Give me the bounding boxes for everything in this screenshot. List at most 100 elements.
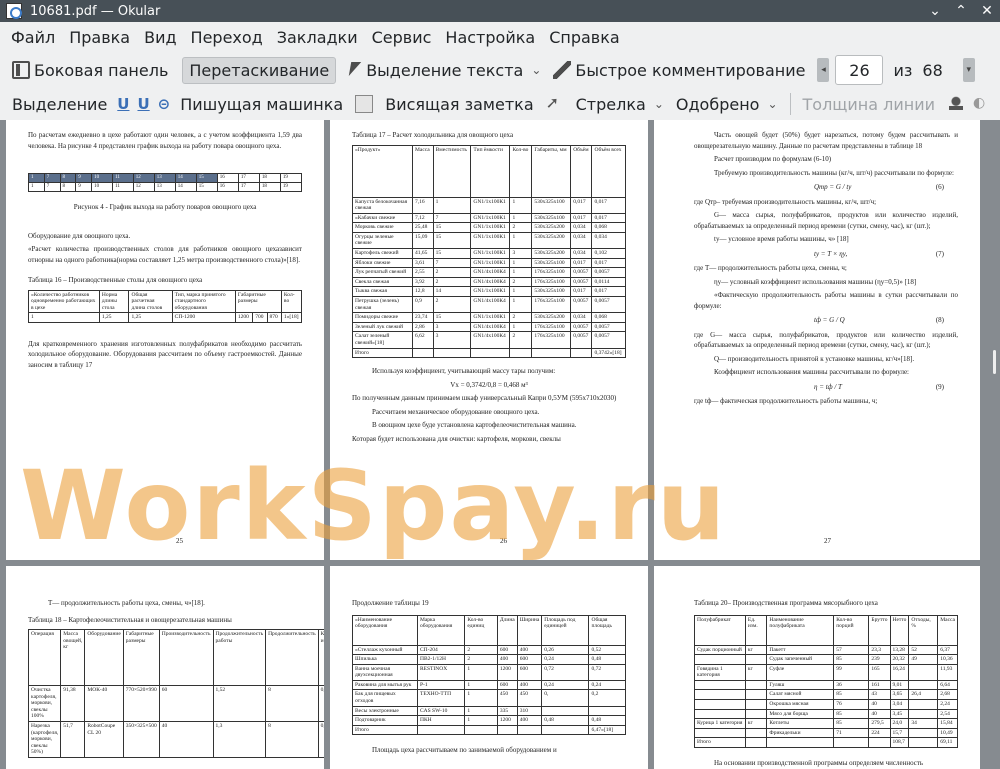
sidebar-label: Боковая панель: [34, 60, 169, 80]
scrollbar-thumb[interactable]: [993, 350, 996, 374]
line-width-label: Толщина линии: [802, 94, 936, 114]
menu-view[interactable]: Вид: [137, 28, 183, 47]
opacity-icon[interactable]: ◐: [973, 95, 991, 113]
close-icon[interactable]: ✕: [974, 3, 1000, 19]
formula-number: (9): [935, 382, 944, 391]
toolbar-separator: [789, 93, 791, 115]
arrow-button[interactable]: Стрелка ⌄: [540, 92, 670, 117]
formula-expression: Qтр = G / ty: [814, 183, 852, 191]
chevron-down-icon[interactable]: ⌄: [654, 97, 664, 111]
page-text: Рассчитаем механическое оборудование ово…: [372, 407, 540, 416]
formula-expression: η = tф / T: [814, 382, 842, 391]
line-width-button[interactable]: Толщина линии: [797, 92, 942, 117]
formula-expression: tф = G / Q: [814, 316, 845, 324]
page-29: Продолжение таблицы 19 «Наименование обо…: [330, 566, 648, 769]
quick-comment-label: Быстрое комментирование: [575, 60, 806, 80]
table-cell: Зеленый лук свежий: [352, 321, 413, 333]
typewriter-button[interactable]: Пишущая машинка: [174, 92, 349, 117]
page-text: Оборудование для овощного цеха.: [28, 231, 131, 240]
menu-tools[interactable]: Сервис: [365, 28, 439, 47]
table-cell: Помидоры свежие: [352, 312, 413, 323]
sidebar-icon: [12, 61, 30, 79]
formula-number: (6): [935, 183, 944, 191]
page-text: Площадь цеха рассчитываем по занимаемой …: [372, 746, 557, 755]
formula-expression: ty = T × ηy,: [814, 249, 848, 258]
text-select-label: Выделение текста: [366, 60, 524, 80]
page-text: ty— условное время работы машины, ч» [18…: [714, 235, 849, 243]
menu-help[interactable]: Справка: [542, 28, 627, 47]
drag-mode-button[interactable]: Перетаскивание: [182, 56, 337, 84]
table-20: Полуфабрикат Ед. изм. Наименование полуфаб…: [694, 614, 958, 749]
quick-comment-button[interactable]: Быстрое комментирование: [547, 58, 811, 83]
table-cell: Итого: [352, 347, 413, 359]
maximize-icon[interactable]: ⌃: [948, 3, 974, 19]
table-cell: Судак порционный: [694, 644, 746, 656]
page-text: где tф— фактическая продолжительность ра…: [694, 397, 878, 405]
chevron-down-icon[interactable]: ⌄: [767, 97, 777, 111]
next-page-button[interactable]: ▾: [962, 58, 975, 82]
strikeout-icon[interactable]: ⊝: [158, 95, 171, 113]
menu-go[interactable]: Переход: [184, 28, 270, 47]
table-cell: Бак для пищевых отходов: [352, 689, 418, 707]
underline-icon[interactable]: U: [117, 95, 129, 113]
page-30: Таблица 20– Производственная программа м…: [654, 566, 980, 769]
sidebar-button[interactable]: Боковая панель: [6, 58, 174, 83]
table-caption: Таблица 20– Производственная программа м…: [694, 599, 878, 607]
menu-edit[interactable]: Правка: [62, 28, 137, 47]
table-16: «Количество работников одновременно рабо…: [28, 289, 303, 323]
page-number-input[interactable]: 26: [835, 55, 884, 85]
table-cell: Итого: [352, 724, 418, 736]
cursor-icon: [348, 61, 362, 79]
previous-page-button[interactable]: ◂: [817, 58, 830, 82]
formula-7: ty = T × ηy, (7): [694, 249, 958, 260]
minimize-icon[interactable]: ⌄: [922, 3, 948, 19]
menu-bookmarks[interactable]: Закладки: [270, 28, 365, 47]
menu-settings[interactable]: Настройка: [438, 28, 542, 47]
vertical-scrollbar[interactable]: [990, 120, 1000, 769]
page-text: G— масса сырья, полуфабрикатов, продукто…: [694, 211, 958, 230]
formula: Vх = 0,3742/0,8 = 0,468 м³: [450, 380, 528, 389]
page-number: 26: [500, 536, 507, 545]
table-cell: «Стеллаж кухонный: [352, 644, 418, 656]
stamp-button[interactable]: Одобрено ⌄: [670, 92, 784, 117]
chevron-down-icon[interactable]: ⌄: [531, 63, 541, 77]
table-cell: Ванна моечная двухсекционная: [352, 663, 418, 681]
note-icon: [355, 95, 374, 113]
table-cell: Тыква свежая: [352, 286, 413, 298]
stamp-icon[interactable]: [947, 95, 965, 113]
pen-icon: [553, 61, 572, 79]
table-17: «Продукт» Масса Вместимость Тип ёмкости Кол-…: [352, 144, 626, 359]
page-number: 27: [824, 536, 831, 545]
page-27: Часть овощей будет (50%) будет нарезатьс…: [654, 120, 980, 560]
page-text: Которая будет использована для очистки: …: [352, 434, 561, 443]
table-cell: Огурцы зеленые свежие: [352, 231, 413, 250]
sticky-note-button[interactable]: Висящая заметка: [349, 92, 539, 117]
page-text: Расчет производим по формулам (6-10): [714, 155, 832, 163]
page-text: «Расчет количества производственных стол…: [28, 245, 302, 264]
table-caption: Продолжение таблицы 19: [352, 599, 429, 607]
formula-number: (7): [935, 249, 944, 258]
table-cell: Яблоки свежие: [352, 257, 413, 269]
highlight-button[interactable]: Выделение: [6, 92, 113, 117]
formula-8: tф = G / Q (8): [694, 315, 958, 326]
page-text: «Фактическую продолжительность работы ма…: [694, 291, 958, 310]
arrow-icon: [546, 93, 564, 113]
window-title: 10681.pdf — Okular: [30, 3, 161, 19]
table-cell: Подтоварник: [352, 715, 418, 726]
page-text: Требуемую производительность машины (кг/…: [714, 168, 954, 177]
page-26: Таблица 17 – Расчет холодильника для ово…: [330, 120, 648, 560]
sticky-note-label: Висящая заметка: [385, 94, 534, 114]
table-18: Операция Масса овощей, кг Оборудование Габа…: [27, 629, 324, 758]
table-cell: Морковь свежие: [352, 222, 413, 233]
table-19: «Наименование оборудования Марка оборудов…: [352, 614, 626, 736]
document-viewport[interactable]: По расчетам ежедневно в цехе работают од…: [0, 120, 1000, 769]
squiggle-icon[interactable]: U: [137, 95, 149, 113]
page-text: На основании производственной программы …: [714, 759, 924, 768]
page-text: Q— производительность принятой к установ…: [714, 354, 915, 363]
table-cell: Петрушка (зелень) свежая: [352, 296, 413, 314]
menu-file[interactable]: Файл: [4, 28, 62, 47]
table-caption: Таблица 17 – Расчет холодильника для ово…: [352, 131, 514, 139]
stamp-label: Одобрено: [675, 94, 760, 114]
text-select-button[interactable]: Выделение текста ⌄: [342, 58, 547, 83]
table-cell: Салат зеленый свежий»[18]: [352, 331, 413, 349]
